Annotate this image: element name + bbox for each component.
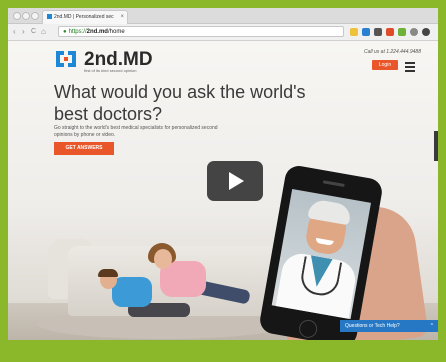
phone-speaker: [322, 180, 345, 188]
tab-title: 2nd.MD | Personalized sec: [54, 14, 114, 20]
extension-circle-icon[interactable]: [410, 28, 418, 36]
settings-icon[interactable]: [374, 28, 382, 36]
side-scroll-handle[interactable]: [434, 131, 438, 161]
url-path: /home: [107, 29, 125, 35]
logo-mark-icon: [56, 51, 76, 67]
home-icon[interactable]: ⌂: [41, 26, 46, 38]
favicon-icon: [47, 14, 52, 20]
help-chat-widget[interactable]: Questions or Tech Help? ^: [340, 320, 438, 332]
extension-green-icon[interactable]: [398, 28, 406, 36]
login-button[interactable]: Login: [372, 60, 398, 70]
chevron-up-icon: ^: [430, 323, 433, 329]
hero-subcopy: Go straight to the world's best medical …: [54, 125, 218, 138]
hero-headline: What would you ask the world's best doct…: [54, 82, 306, 124]
boy-body: [112, 277, 152, 307]
url-host: 2nd.md: [86, 29, 108, 35]
forward-icon[interactable]: ›: [22, 26, 25, 38]
video-play-button[interactable]: [207, 161, 263, 201]
boy-hair: [98, 269, 118, 277]
phone-screen: [271, 188, 371, 320]
browser-window: 2nd.MD | Personalized sec × ‹ › C ⌂ ● htt…: [8, 8, 438, 340]
address-bar[interactable]: ● https://2nd.md/home: [58, 26, 344, 37]
tab-close-icon[interactable]: ×: [120, 11, 124, 24]
help-chat-label: Questions or Tech Help?: [345, 323, 400, 329]
web-page: 2nd.MD first of its kind second opinion …: [8, 41, 438, 340]
title-bar: 2nd.MD | Personalized sec ×: [8, 8, 438, 24]
get-answers-button[interactable]: GET ANSWERS: [54, 142, 114, 155]
bookmark-star-icon[interactable]: [350, 28, 358, 36]
phone-home-button: [297, 318, 319, 340]
extension-icon[interactable]: [362, 28, 370, 36]
url-scheme: https://: [68, 29, 87, 35]
reload-icon[interactable]: C: [31, 26, 36, 38]
logo-tagline: first of its kind second opinion: [84, 68, 137, 73]
lock-icon: ●: [63, 29, 67, 35]
back-icon[interactable]: ‹: [13, 26, 16, 38]
browser-toolbar: ‹ › C ⌂ ● https://2nd.md/home: [8, 24, 438, 41]
maximize-window-dot-icon[interactable]: [31, 12, 39, 20]
call-us-text: Call us at 1.224.444.9488: [364, 49, 421, 55]
hamburger-menu-icon[interactable]: [405, 62, 415, 74]
browser-tab[interactable]: 2nd.MD | Personalized sec ×: [42, 10, 128, 24]
extension-red-icon[interactable]: [386, 28, 394, 36]
menu-circle-icon[interactable]: [422, 28, 430, 36]
minimize-window-dot-icon[interactable]: [22, 12, 30, 20]
close-window-dot-icon[interactable]: [13, 12, 21, 20]
girl-head: [154, 249, 172, 269]
play-icon: [229, 172, 244, 190]
